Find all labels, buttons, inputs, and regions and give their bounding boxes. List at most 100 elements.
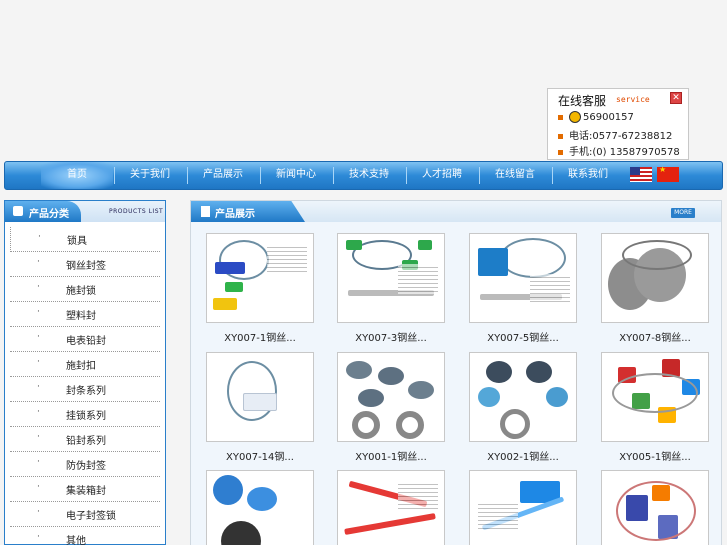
more-button[interactable]: MORE <box>671 208 695 218</box>
category-item[interactable]: · 挂锁系列 <box>10 402 160 427</box>
product-card[interactable]: XY007-3钢丝... <box>337 233 445 344</box>
bullet-icon <box>558 149 563 155</box>
category-label: 封条系列 <box>66 386 106 397</box>
product-showcase: 产品展示 MORE XY007-1钢丝... XY007-3钢丝... XY00… <box>190 200 722 545</box>
sidebar-title-tab: 产品分类 <box>5 201 81 222</box>
product-caption[interactable]: XY002-1钢丝... <box>469 448 577 463</box>
product-image[interactable] <box>206 352 314 442</box>
category-item[interactable]: · 施封锁 <box>10 277 160 302</box>
product-card[interactable]: XY007-8钢丝... <box>601 233 709 344</box>
product-card[interactable] <box>206 470 314 545</box>
sidebar-title: 产品分类 <box>29 209 69 220</box>
bullet-icon: · <box>37 357 40 367</box>
showcase-title: 产品展示 <box>215 209 255 220</box>
category-list: · 锁具 · 钢丝封签 · 施封锁 · 塑料封 · 电表铅封 · 施封扣 · 封条系列 · 挂锁… <box>10 227 160 545</box>
product-caption[interactable]: XY007-14钢... <box>206 448 314 463</box>
category-item[interactable]: · 集装箱封 <box>10 477 160 502</box>
category-item[interactable]: · 其他 <box>10 527 160 545</box>
product-caption[interactable]: XY007-8钢丝... <box>601 329 709 344</box>
service-tel: 电话:0577-67238812 <box>558 127 672 142</box>
service-title: 在线客服 <box>558 94 607 108</box>
bullet-icon <box>558 133 563 139</box>
product-image[interactable] <box>206 470 314 545</box>
category-item[interactable]: · 电表铅封 <box>10 327 160 352</box>
product-card[interactable] <box>337 470 445 545</box>
category-label: 电表铅封 <box>66 336 106 347</box>
category-item[interactable]: · 封条系列 <box>10 377 160 402</box>
service-subtitle: service <box>616 95 650 104</box>
main-nav: 首页 关于我们 产品展示 新闻中心 技术支持 人才招聘 在线留言 联系我们 <box>4 161 723 190</box>
bullet-icon: · <box>37 532 40 542</box>
product-image[interactable] <box>601 470 709 545</box>
category-label: 其他 <box>66 536 86 545</box>
category-sidebar: 产品分类 PRODUCTS LIST · 锁具 · 钢丝封签 · 施封锁 · 塑料封 ·… <box>4 200 166 545</box>
category-item[interactable]: · 锁具 <box>10 227 160 252</box>
bullet-icon: · <box>37 382 40 392</box>
product-caption[interactable]: XY007-1钢丝... <box>206 329 314 344</box>
sidebar-subtitle: PRODUCTS LIST <box>109 208 164 215</box>
nav-item-contact[interactable]: 联系我们 <box>552 162 624 189</box>
category-item[interactable]: · 塑料封 <box>10 302 160 327</box>
category-label: 施封锁 <box>66 286 96 297</box>
product-card[interactable]: XY007-14钢... <box>206 352 314 463</box>
product-card[interactable]: XY005-1钢丝... <box>601 352 709 463</box>
nav-item-about[interactable]: 关于我们 <box>114 162 186 189</box>
product-card[interactable] <box>601 470 709 545</box>
product-image[interactable] <box>469 470 577 545</box>
service-qq[interactable]: 56900157 <box>558 111 634 123</box>
category-item[interactable]: · 电子封签锁 <box>10 502 160 527</box>
category-label: 铅封系列 <box>66 436 106 447</box>
category-label: 挂锁系列 <box>66 411 106 422</box>
product-caption[interactable]: XY005-1钢丝... <box>601 448 709 463</box>
product-image[interactable] <box>469 233 577 323</box>
bullet-icon <box>558 114 563 120</box>
showcase-header: 产品展示 MORE <box>191 201 721 222</box>
product-image[interactable] <box>337 470 445 545</box>
nav-item-jobs[interactable]: 人才招聘 <box>406 162 478 189</box>
product-image[interactable] <box>337 233 445 323</box>
nav-item-home[interactable]: 首页 <box>41 162 113 189</box>
category-label: 电子封签锁 <box>66 511 116 522</box>
product-image[interactable] <box>601 352 709 442</box>
product-card[interactable]: XY007-5钢丝... <box>469 233 577 344</box>
bullet-icon: · <box>37 457 40 467</box>
bullet-icon: · <box>37 282 40 292</box>
category-item[interactable]: · 钢丝封签 <box>10 252 160 277</box>
bullet-icon: · <box>37 257 40 267</box>
product-image[interactable] <box>601 233 709 323</box>
bullet-icon: · <box>37 307 40 317</box>
nav-item-message[interactable]: 在线留言 <box>479 162 551 189</box>
tel-number: 电话:0577-67238812 <box>569 131 673 142</box>
product-card[interactable] <box>469 470 577 545</box>
product-card[interactable]: XY001-1钢丝... <box>337 352 445 463</box>
category-item[interactable]: · 防伪封签 <box>10 452 160 477</box>
bullet-icon: · <box>37 432 40 442</box>
product-card[interactable]: XY007-1钢丝... <box>206 233 314 344</box>
online-service-box: 在线客服 service ✕ 56900157 电话:0577-67238812… <box>547 88 689 160</box>
bullet-icon: · <box>37 482 40 492</box>
category-item[interactable]: · 施封扣 <box>10 352 160 377</box>
product-grid: XY007-1钢丝... XY007-3钢丝... XY007-5钢丝... X… <box>191 222 721 545</box>
category-label: 锁具 <box>67 236 87 247</box>
category-label: 集装箱封 <box>66 486 106 497</box>
list-icon <box>13 206 23 216</box>
nav-item-products[interactable]: 产品展示 <box>187 162 259 189</box>
cn-flag-icon[interactable] <box>657 165 679 182</box>
product-caption[interactable]: XY007-3钢丝... <box>337 329 445 344</box>
product-card[interactable]: XY002-1钢丝... <box>469 352 577 463</box>
close-icon[interactable]: ✕ <box>670 92 682 104</box>
category-label: 施封扣 <box>66 361 96 372</box>
category-label: 塑料封 <box>66 311 96 322</box>
category-item[interactable]: · 铅封系列 <box>10 427 160 452</box>
qq-icon <box>569 111 581 123</box>
service-mobile: 手机:(0) 13587970578 <box>558 143 680 158</box>
product-image[interactable] <box>469 352 577 442</box>
product-caption[interactable]: XY007-5钢丝... <box>469 329 577 344</box>
nav-item-support[interactable]: 技术支持 <box>333 162 405 189</box>
category-label: 防伪封签 <box>66 461 106 472</box>
product-image[interactable] <box>206 233 314 323</box>
us-flag-icon[interactable] <box>630 167 652 182</box>
product-image[interactable] <box>337 352 445 442</box>
product-caption[interactable]: XY001-1钢丝... <box>337 448 445 463</box>
nav-item-news[interactable]: 新闻中心 <box>260 162 332 189</box>
